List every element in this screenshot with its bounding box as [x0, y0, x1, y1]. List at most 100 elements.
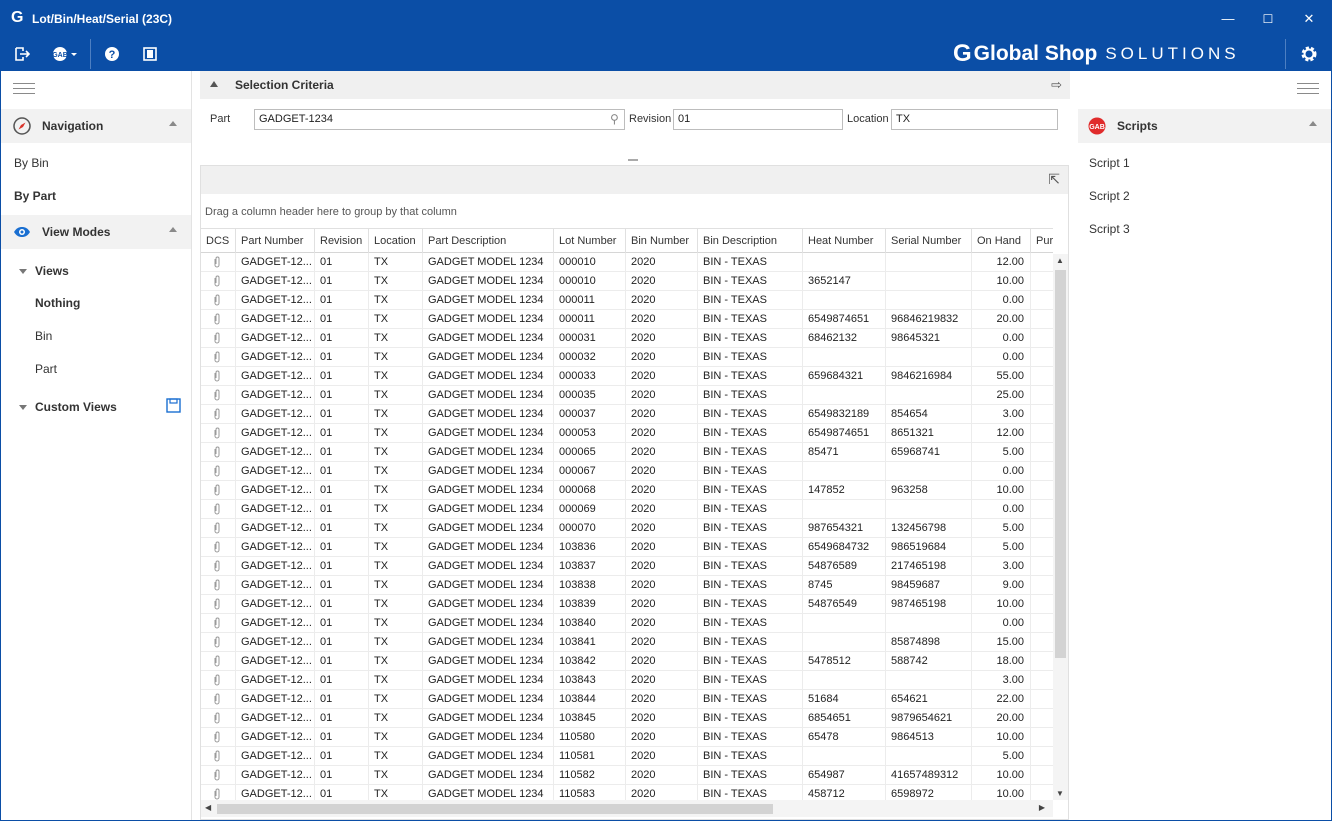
paperclip-icon[interactable] [201, 747, 236, 766]
column-header[interactable]: Purcha [1031, 229, 1053, 253]
gab-menu-button[interactable]: GAB [51, 44, 79, 64]
paperclip-icon[interactable] [201, 519, 236, 538]
table-row[interactable]: GADGET-12... 01 TX GADGET MODEL 1234 110581 2… [201, 747, 1053, 766]
table-row[interactable]: GADGET-12... 01 TX GADGET MODEL 1234 000010 2… [201, 272, 1053, 291]
minimize-button[interactable]: — [1213, 7, 1243, 31]
column-header[interactable]: Serial Number [886, 229, 972, 253]
collapse-caret-icon[interactable] [1309, 121, 1317, 126]
table-row[interactable]: GADGET-12... 01 TX GADGET MODEL 1234 000011 2… [201, 310, 1053, 329]
paperclip-icon[interactable] [201, 785, 236, 800]
table-row[interactable]: GADGET-12... 01 TX GADGET MODEL 1234 000067 2… [201, 462, 1053, 481]
table-row[interactable]: GADGET-12... 01 TX GADGET MODEL 1234 110583 2… [201, 785, 1053, 800]
paperclip-icon[interactable] [201, 557, 236, 576]
column-header[interactable]: Lot Number [554, 229, 626, 253]
script-item[interactable]: Script 1 [1089, 156, 1130, 170]
group-by-panel[interactable]: Drag a column header here to group by th… [205, 206, 457, 218]
table-row[interactable]: GADGET-12... 01 TX GADGET MODEL 1234 000037 2… [201, 405, 1053, 424]
paperclip-icon[interactable] [201, 481, 236, 500]
column-header[interactable]: DCS [201, 229, 236, 253]
column-header[interactable]: Location [369, 229, 423, 253]
paperclip-icon[interactable] [201, 291, 236, 310]
paperclip-icon[interactable] [201, 462, 236, 481]
paperclip-icon[interactable] [201, 595, 236, 614]
settings-button[interactable] [1298, 44, 1320, 64]
table-row[interactable]: GADGET-12... 01 TX GADGET MODEL 1234 000035 2… [201, 386, 1053, 405]
selection-criteria-header[interactable]: Selection Criteria ⇨ [200, 71, 1070, 99]
scroll-left-icon[interactable]: ◀ [205, 803, 211, 812]
table-row[interactable]: GADGET-12... 01 TX GADGET MODEL 1234 000068 2… [201, 481, 1053, 500]
splitter-handle[interactable] [628, 159, 638, 161]
table-row[interactable]: GADGET-12... 01 TX GADGET MODEL 1234 110582 2… [201, 766, 1053, 785]
column-header[interactable]: Revision [315, 229, 369, 253]
help-button[interactable]: ? [103, 44, 121, 64]
table-row[interactable]: GADGET-12... 01 TX GADGET MODEL 1234 000053 2… [201, 424, 1053, 443]
horizontal-scrollbar[interactable]: ◀ ▶ [201, 800, 1053, 817]
column-header[interactable]: Part Description [423, 229, 554, 253]
view-item-nothing[interactable]: Nothing [35, 296, 80, 310]
table-row[interactable]: GADGET-12... 01 TX GADGET MODEL 1234 103839 2… [201, 595, 1053, 614]
table-row[interactable]: GADGET-12... 01 TX GADGET MODEL 1234 000032 2… [201, 348, 1053, 367]
table-row[interactable]: GADGET-12... 01 TX GADGET MODEL 1234 110580 2… [201, 728, 1053, 747]
script-item[interactable]: Script 3 [1089, 222, 1130, 236]
paperclip-icon[interactable] [201, 614, 236, 633]
column-header[interactable]: Bin Description [698, 229, 803, 253]
table-row[interactable]: GADGET-12... 01 TX GADGET MODEL 1234 000069 2… [201, 500, 1053, 519]
left-pane-menu-icon[interactable] [13, 83, 35, 95]
views-subgroup[interactable]: Views [19, 264, 69, 278]
collapse-caret-icon[interactable] [210, 81, 218, 87]
paperclip-icon[interactable] [201, 310, 236, 329]
revision-input[interactable]: 01 [673, 109, 843, 130]
table-row[interactable]: GADGET-12... 01 TX GADGET MODEL 1234 000011 2… [201, 291, 1053, 310]
exit-button[interactable] [13, 44, 31, 64]
paperclip-icon[interactable] [201, 690, 236, 709]
paperclip-icon[interactable] [201, 671, 236, 690]
script-item[interactable]: Script 2 [1089, 189, 1130, 203]
table-row[interactable]: GADGET-12... 01 TX GADGET MODEL 1234 103842 2… [201, 652, 1053, 671]
paperclip-icon[interactable] [201, 329, 236, 348]
table-row[interactable]: GADGET-12... 01 TX GADGET MODEL 1234 103844 2… [201, 690, 1053, 709]
column-header[interactable]: On Hand [972, 229, 1031, 253]
column-header[interactable]: Heat Number [803, 229, 886, 253]
paperclip-icon[interactable] [201, 253, 236, 272]
column-header[interactable]: Part Number [236, 229, 315, 253]
view-modes-group-header[interactable]: View Modes [1, 215, 191, 249]
vertical-scrollbar[interactable]: ▲ ▼ [1053, 254, 1068, 800]
paperclip-icon[interactable] [201, 652, 236, 671]
paperclip-icon[interactable] [201, 576, 236, 595]
right-pane-menu-icon[interactable] [1297, 83, 1319, 95]
paperclip-icon[interactable] [201, 367, 236, 386]
column-header[interactable]: Bin Number [626, 229, 698, 253]
exit-selection-icon[interactable]: ⇨ [1051, 77, 1062, 93]
table-row[interactable]: GADGET-12... 01 TX GADGET MODEL 1234 103841 2… [201, 633, 1053, 652]
collapse-caret-icon[interactable] [169, 121, 177, 126]
paperclip-icon[interactable] [201, 766, 236, 785]
scroll-right-icon[interactable]: ▶ [1039, 803, 1045, 812]
paperclip-icon[interactable] [201, 709, 236, 728]
table-row[interactable]: GADGET-12... 01 TX GADGET MODEL 1234 000031 2… [201, 329, 1053, 348]
part-input[interactable]: GADGET-1234 [254, 109, 625, 130]
table-row[interactable]: GADGET-12... 01 TX GADGET MODEL 1234 103837 2… [201, 557, 1053, 576]
paperclip-icon[interactable] [201, 424, 236, 443]
paperclip-icon[interactable] [201, 633, 236, 652]
collapse-caret-icon[interactable] [169, 227, 177, 232]
paperclip-icon[interactable] [201, 500, 236, 519]
custom-views-subgroup[interactable]: Custom Views [19, 400, 117, 414]
scroll-down-icon[interactable]: ▼ [1056, 789, 1064, 798]
table-row[interactable]: GADGET-12... 01 TX GADGET MODEL 1234 000033 2… [201, 367, 1053, 386]
nav-item-by-part[interactable]: By Part [14, 189, 56, 203]
maximize-button[interactable]: ☐ [1253, 7, 1283, 31]
paperclip-icon[interactable] [201, 405, 236, 424]
view-item-part[interactable]: Part [35, 362, 57, 376]
table-row[interactable]: GADGET-12... 01 TX GADGET MODEL 1234 103843 2… [201, 671, 1053, 690]
close-button[interactable]: ✕ [1294, 7, 1324, 31]
panel-toggle-button[interactable] [141, 44, 159, 64]
navigation-group-header[interactable]: Navigation [1, 109, 191, 143]
scripts-group-header[interactable]: GAB Scripts [1078, 109, 1331, 143]
paperclip-icon[interactable] [201, 272, 236, 291]
table-row[interactable]: GADGET-12... 01 TX GADGET MODEL 1234 103838 2… [201, 576, 1053, 595]
vertical-scroll-thumb[interactable] [1055, 270, 1066, 658]
location-input[interactable]: TX [891, 109, 1058, 130]
table-row[interactable]: GADGET-12... 01 TX GADGET MODEL 1234 103845 2… [201, 709, 1053, 728]
paperclip-icon[interactable] [201, 348, 236, 367]
table-row[interactable]: GADGET-12... 01 TX GADGET MODEL 1234 103836 2… [201, 538, 1053, 557]
